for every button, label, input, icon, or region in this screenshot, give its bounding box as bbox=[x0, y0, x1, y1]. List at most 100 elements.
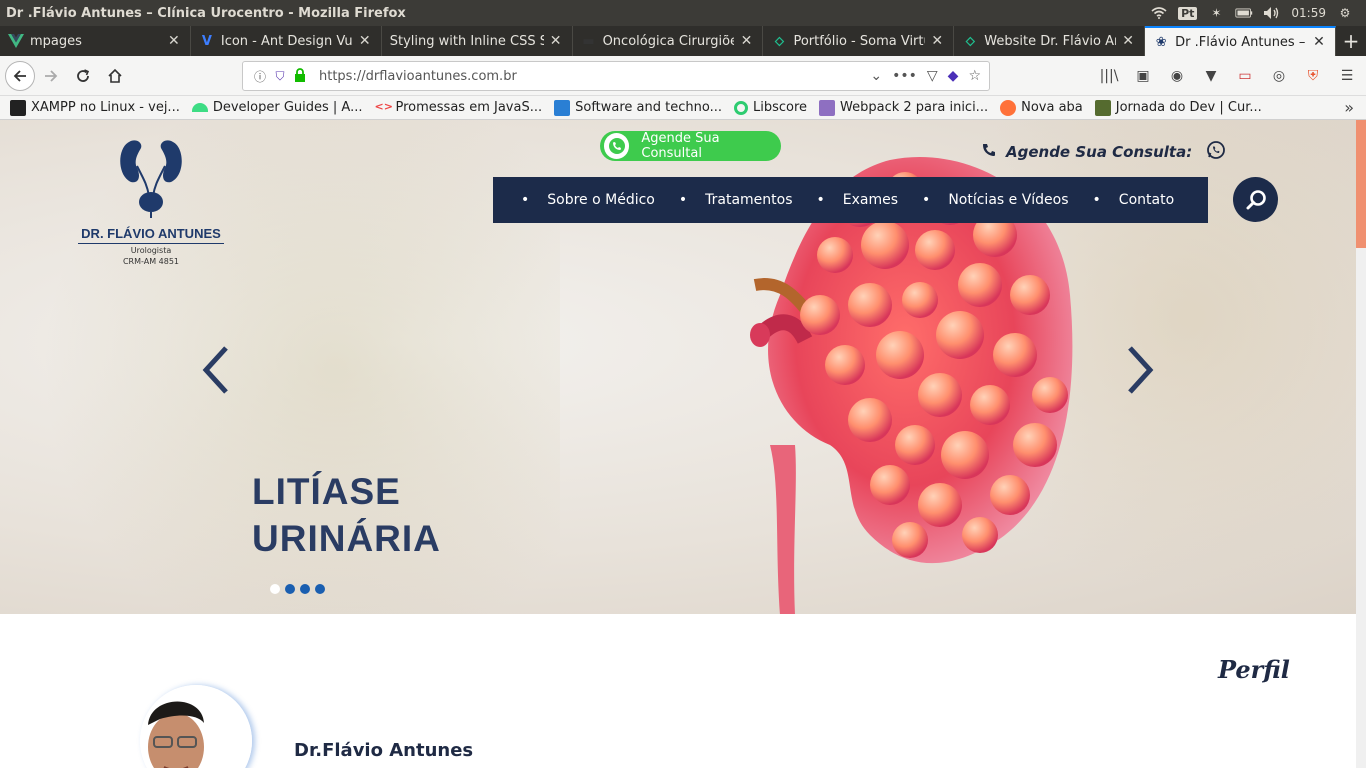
tab-portfolio-soma[interactable]: ⬦ Portfólio - Soma Virtu ✕ bbox=[763, 26, 955, 56]
slider-dot[interactable] bbox=[285, 584, 295, 594]
site-logo[interactable]: DR. FLÁVIO ANTUNES Urologista CRM-AM 485… bbox=[78, 138, 224, 266]
url-actions: ⌄ ••• ▽ ◆ ☆ bbox=[870, 68, 989, 84]
soma-icon: ⬦ bbox=[965, 33, 975, 49]
tab-ant-design-vue[interactable]: V Icon - Ant Design Vue ✕ bbox=[191, 26, 382, 56]
scrollbar-thumb[interactable] bbox=[1356, 120, 1366, 248]
chevron-right-icon[interactable]: » bbox=[1344, 98, 1354, 117]
bookmark-item[interactable]: Webpack 2 para inici... bbox=[819, 99, 988, 116]
bookmark-item[interactable]: Developer Guides | A... bbox=[191, 100, 363, 115]
bookmarks-toolbar: XAMPP no Linux - vej... Developer Guides… bbox=[0, 96, 1366, 120]
vpn-icon[interactable]: ▼ bbox=[1198, 63, 1224, 89]
battery-icon[interactable] bbox=[1235, 6, 1253, 20]
schedule-contact: Agende Sua Consulta: bbox=[982, 140, 1226, 164]
search-icon bbox=[1246, 189, 1266, 209]
page-actions-icon[interactable]: ••• bbox=[892, 68, 917, 84]
site-main-menu: • Sobre o Médico • Tratamentos • Exames • No… bbox=[493, 177, 1208, 223]
slider-dot[interactable] bbox=[270, 584, 280, 594]
tab-inline-css[interactable]: Styling with Inline CSS Styl ✕ bbox=[382, 26, 573, 56]
tracking-protection-icon[interactable]: ⛉ bbox=[271, 69, 289, 84]
bookmark-item[interactable]: Nova aba bbox=[1000, 99, 1083, 116]
close-icon[interactable]: ✕ bbox=[548, 33, 564, 49]
whatsapp-schedule-button[interactable]: Agende Sua Consultal bbox=[600, 131, 781, 161]
close-icon[interactable]: ✕ bbox=[1120, 33, 1136, 49]
extension-icon[interactable]: ◆ bbox=[948, 68, 959, 84]
kidney-icon: ❀ bbox=[1155, 34, 1167, 50]
close-icon[interactable]: ✕ bbox=[1311, 34, 1327, 50]
phone-icon[interactable] bbox=[982, 143, 996, 161]
forward-button[interactable] bbox=[35, 60, 67, 92]
soma-icon: ⬦ bbox=[774, 33, 784, 49]
close-icon[interactable]: ✕ bbox=[166, 33, 182, 49]
menu-item-noticias[interactable]: • Notícias e Vídeos bbox=[922, 192, 1068, 208]
bookmark-item[interactable]: Jornada do Dev | Cur... bbox=[1094, 99, 1262, 116]
menu-item-tratamentos[interactable]: • Tratamentos bbox=[679, 192, 793, 208]
window-title: Dr .Flávio Antunes – Clínica Urocentro -… bbox=[6, 5, 406, 21]
menu-item-contato[interactable]: • Contato bbox=[1093, 192, 1175, 208]
back-button[interactable] bbox=[5, 60, 35, 91]
close-icon[interactable]: ✕ bbox=[929, 33, 945, 49]
url-bar[interactable]: ⓘ ⛉ https://drflavioantunes.com.br ⌄ •••… bbox=[242, 61, 990, 91]
bookmark-item[interactable]: Software and techno... bbox=[554, 99, 722, 116]
kidney-logo-icon bbox=[120, 140, 182, 218]
code-icon: <> bbox=[374, 99, 393, 113]
tab-mpages[interactable]: mpages ✕ bbox=[0, 26, 191, 56]
bookmark-item[interactable]: XAMPP no Linux - vej... bbox=[10, 99, 180, 116]
xampp-icon bbox=[10, 99, 26, 116]
hero-title: LITÍASE URINÁRIA bbox=[252, 471, 441, 559]
close-icon[interactable]: ✕ bbox=[357, 33, 373, 49]
page-scrollbar[interactable] bbox=[1356, 120, 1366, 768]
whatsapp-icon bbox=[604, 133, 630, 159]
logo-role: Urologista bbox=[130, 246, 172, 255]
share-icon bbox=[554, 99, 571, 116]
keyboard-layout-indicator[interactable]: Pt bbox=[1178, 6, 1198, 20]
slider-dots bbox=[270, 584, 325, 594]
jornada-icon bbox=[1094, 99, 1111, 116]
site-search-button[interactable] bbox=[1233, 177, 1278, 222]
bookmark-star-icon[interactable]: ☆ bbox=[968, 68, 981, 84]
sidebar-icon[interactable]: ▣ bbox=[1130, 63, 1156, 89]
hero-slider: DR. FLÁVIO ANTUNES Urologista CRM-AM 485… bbox=[0, 120, 1356, 614]
slider-dot[interactable] bbox=[315, 584, 325, 594]
doctor-avatar bbox=[140, 685, 252, 768]
menu-icon[interactable]: ☰ bbox=[1334, 63, 1360, 89]
section-title-perfil: Perfil bbox=[1218, 655, 1290, 684]
tab-website-dr-flavio[interactable]: ⬦ Website Dr. Flávio Ant ✕ bbox=[954, 26, 1146, 56]
reload-button[interactable] bbox=[67, 60, 99, 92]
close-icon[interactable]: ✕ bbox=[738, 33, 754, 49]
slider-dot[interactable] bbox=[300, 584, 310, 594]
whatsapp-outline-icon[interactable] bbox=[1206, 140, 1226, 164]
site-icon: ▬ bbox=[582, 33, 595, 49]
tab-dr-flavio-antunes[interactable]: ❀ Dr .Flávio Antunes – Cl ✕ bbox=[1145, 26, 1337, 56]
tab-oncologica[interactable]: ▬ Oncológica Cirurgiões ✕ bbox=[573, 26, 764, 56]
shield-icon[interactable]: ⛨ bbox=[1300, 63, 1326, 89]
slider-next-button[interactable] bbox=[1120, 340, 1160, 400]
clock[interactable]: 01:59 bbox=[1291, 6, 1326, 20]
chat-icon[interactable]: ◉ bbox=[1164, 63, 1190, 89]
bookmark-item[interactable]: Libscore bbox=[733, 100, 807, 115]
new-tab-button[interactable]: + bbox=[1336, 26, 1366, 56]
url-text[interactable]: https://drflavioantunes.com.br bbox=[319, 69, 870, 84]
logo-crm: CRM-AM 4851 bbox=[122, 257, 180, 266]
chevron-right-icon bbox=[1128, 346, 1154, 394]
chevron-down-icon[interactable]: ⌄ bbox=[870, 68, 882, 84]
system-tray: Pt ✶ 01:59 ⚙ bbox=[1150, 6, 1366, 20]
android-icon bbox=[191, 103, 208, 112]
wifi-icon[interactable] bbox=[1150, 6, 1168, 20]
web-page: DR. FLÁVIO ANTUNES Urologista CRM-AM 485… bbox=[0, 120, 1366, 768]
doctor-name: Dr.Flávio Antunes bbox=[294, 740, 474, 761]
menu-item-exames[interactable]: • Exames bbox=[817, 192, 899, 208]
volume-icon[interactable] bbox=[1263, 6, 1281, 20]
power-gear-icon[interactable]: ⚙ bbox=[1336, 6, 1354, 20]
video-icon[interactable]: ▭ bbox=[1232, 63, 1258, 89]
schedule-label: Agende Sua Consulta: bbox=[1006, 143, 1193, 161]
lock-icon[interactable] bbox=[291, 67, 309, 85]
bookmark-item[interactable]: <> Promessas em JavaS... bbox=[375, 100, 543, 116]
account-icon[interactable]: ◎ bbox=[1266, 63, 1292, 89]
bluetooth-icon[interactable]: ✶ bbox=[1207, 6, 1225, 20]
slider-prev-button[interactable] bbox=[196, 340, 236, 400]
library-icon[interactable]: |||\ bbox=[1096, 63, 1122, 89]
home-button[interactable] bbox=[99, 60, 131, 92]
menu-item-sobre[interactable]: • Sobre o Médico bbox=[521, 192, 655, 208]
info-icon[interactable]: ⓘ bbox=[251, 68, 269, 85]
pocket-icon[interactable]: ▽ bbox=[927, 68, 938, 84]
